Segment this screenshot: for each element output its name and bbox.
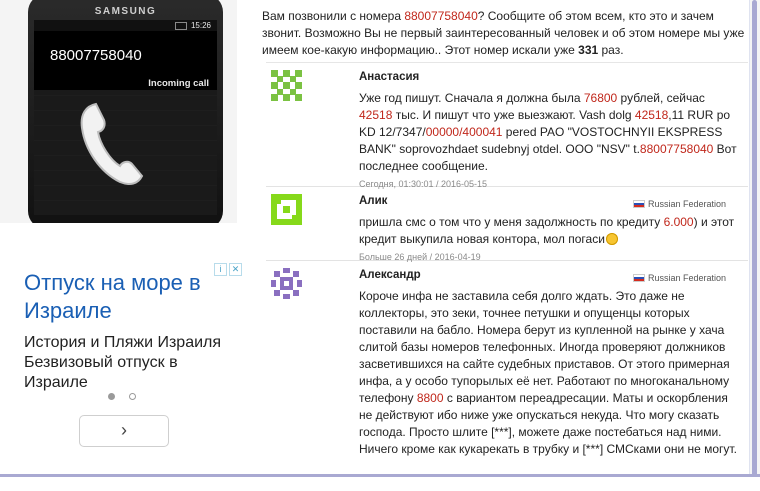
avatar [271,194,302,225]
phone-screen: 15:26 88007758040 Incoming call [34,20,217,215]
comment-text: Уже год пишут. Сначала я должна была 768… [359,91,737,173]
phone-number-highlight: 88007758040 [404,9,478,23]
intro-text: Вам позвонили с номера 88007758040? Сооб… [262,8,748,59]
highlight: 76800 [583,91,618,105]
intro-prefix: Вам позвонили с номера [262,9,405,23]
ad-description: История и Пляжи Израиля Безвизовый отпус… [24,334,222,391]
highlight: 42518 [359,108,393,122]
scrollbar-thumb[interactable] [752,0,757,477]
phone-time: 15:26 [190,21,211,30]
main-content: Вам позвонили с номера 88007758040? Сооб… [262,0,750,477]
comment-item: Анастасия Уже год пишут. Сначала я должн… [266,63,748,189]
call-answer-area [34,90,217,215]
battery-icon [174,21,187,30]
ad-dot[interactable] [129,393,136,400]
ad-dot-active[interactable] [108,393,115,400]
russia-flag-icon [632,274,645,282]
advertisement[interactable]: i ✕ Отпуск на море в Израиле История и П… [0,255,243,477]
chevron-right-icon: › [121,420,127,440]
ad-pagination [108,393,136,400]
comment-author: Анастасия [359,71,420,83]
comment-text: Короче инфа не заставила себя долго ждат… [359,289,737,456]
highlight: 42518 [634,108,669,122]
comment-country: Russian Federation [632,270,726,287]
phone-brand: SAMSUNG [94,6,157,17]
ad-title[interactable]: Отпуск на море в Израиле [24,269,234,325]
phone-illustration: SAMSUNG 15:26 88007758040 Incoming call [0,0,237,223]
phone-status-bar: 15:26 [34,20,217,31]
highlight: 8800 [416,391,444,405]
search-count: 331 [578,43,599,57]
phone-caller-number: 88007758040 [50,47,142,64]
avatar [271,70,302,101]
comment-body: Анастасия Уже год пишут. Сначала я должн… [359,63,748,193]
avatar [271,268,302,299]
highlight: 6.000 [663,215,694,229]
vertical-scrollbar[interactable] [749,0,760,477]
comment-country: Russian Federation [632,196,726,213]
comment-text: пришла смс о том что у меня задолжность … [359,215,735,246]
smiley-icon [605,233,618,245]
highlight: 88007758040 [639,142,714,156]
russia-flag-icon [632,200,645,208]
ad-next-button[interactable]: › [79,415,169,447]
phone-incoming-label: Incoming call [148,78,209,89]
intro-suffix: раз. [598,43,624,57]
comment-body: Александр Короче инфа не заставила себя … [359,261,748,458]
phone-handset-icon [80,102,144,185]
comment-item: Russian Federation Александр Короче инфа… [266,261,748,491]
comment-item: Russian Federation Алик пришла смс о том… [266,187,748,262]
highlight: 00000/400041 [425,125,503,139]
phone-body: SAMSUNG 15:26 88007758040 Incoming call [28,0,223,223]
comment-list: Анастасия Уже год пишут. Сначала я должн… [266,62,748,491]
